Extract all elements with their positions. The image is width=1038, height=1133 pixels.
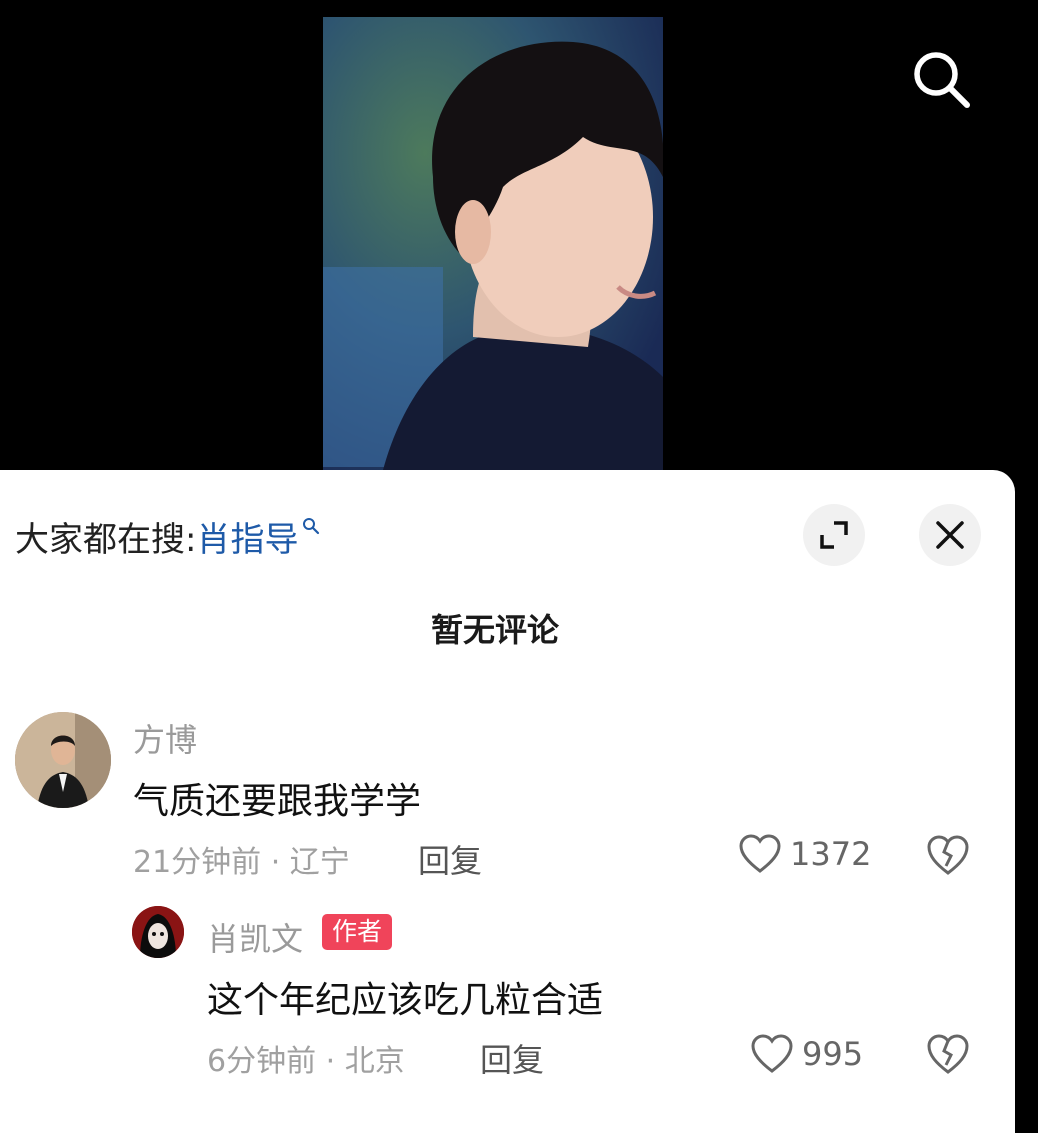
reply-username[interactable]: 肖凯文 [207,914,303,960]
small-search-icon [303,518,320,535]
like-count: 995 [802,1035,864,1073]
expand-button[interactable] [803,504,865,566]
avatar[interactable] [15,712,111,808]
close-button[interactable] [919,504,981,566]
search-button[interactable] [905,45,975,115]
expand-icon [820,521,848,549]
broken-heart-icon [927,1034,969,1074]
author-badge: 作者 [322,914,393,950]
like-button[interactable]: 995 [750,1034,863,1074]
reply-button[interactable]: 回复 [480,1035,544,1081]
reply-meta: 6分钟前 · 北京 [207,1044,405,1079]
hot-search-bar: 大家都在搜: 肖指导 [15,512,320,560]
comment-text: 气质还要跟我学学 [133,781,422,822]
hot-search-keyword[interactable]: 肖指导 [196,512,298,561]
reply-text: 这个年纪应该吃几粒合适 [207,980,604,1021]
search-icon [914,52,970,108]
comment-username[interactable]: 方博 [133,715,197,761]
like-count: 1372 [790,835,872,873]
broken-heart-icon [927,835,969,875]
video-area [0,0,1038,470]
heart-icon [751,1034,793,1073]
comment-meta: 21分钟前 · 辽宁 [133,845,350,880]
close-icon [936,521,964,549]
dislike-button[interactable] [925,832,971,878]
reply-button[interactable]: 回复 [418,836,482,882]
video-thumbnail[interactable] [323,17,663,470]
heart-icon [739,834,781,873]
avatar[interactable] [132,906,184,958]
empty-comments-title: 暂无评论 [430,611,559,649]
like-button[interactable]: 1372 [738,834,871,874]
hot-search-prefix: 大家都在搜: [15,519,197,560]
dislike-button[interactable] [925,1031,971,1077]
